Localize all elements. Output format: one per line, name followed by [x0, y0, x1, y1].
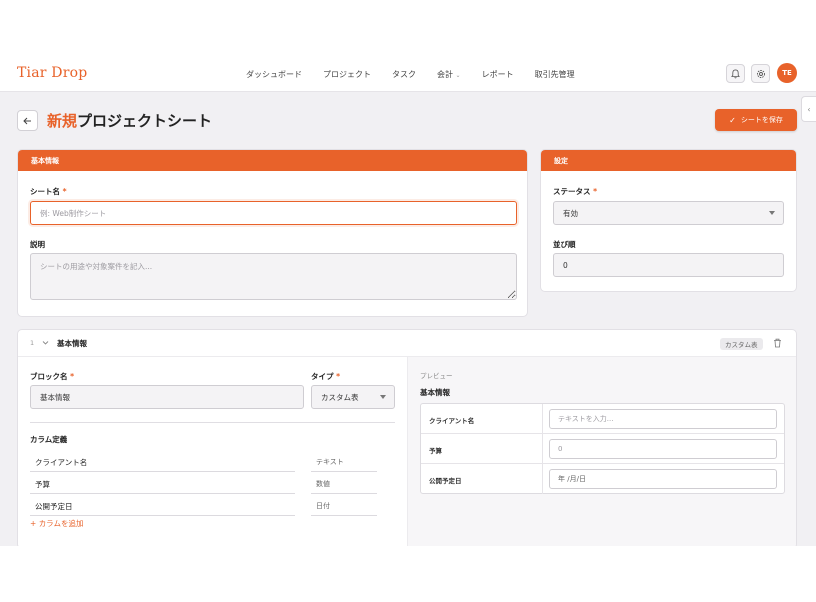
preview-row-divider — [542, 464, 543, 494]
sheet-name-label: シート名 * — [30, 186, 67, 197]
add-column-label: カラムを追加 — [38, 519, 84, 528]
block-name-label: ブロック名 * — [30, 371, 74, 382]
chevron-down-icon — [769, 211, 775, 215]
preview-date-input[interactable]: 年 /月/日 — [549, 469, 777, 489]
required-mark: * — [336, 372, 341, 381]
block-name-input[interactable]: 基本情報 — [30, 385, 304, 409]
sheet-name-input[interactable]: 例: Web制作シート — [30, 201, 517, 225]
status-label: ステータス * — [553, 186, 597, 197]
preview-title: 基本情報 — [420, 388, 450, 397]
chevron-down-icon — [380, 395, 386, 399]
columns-label: カラム定義 — [30, 435, 68, 444]
column-name-input[interactable]: 公開予定日 — [30, 495, 295, 516]
app-logo[interactable]: Tiar Drop — [17, 65, 87, 81]
plus-icon: + — [30, 519, 37, 528]
nav-link-dashboard[interactable]: ダッシュボード — [246, 69, 302, 80]
check-icon: ✓ — [729, 115, 736, 125]
top-navbar: Tiar Drop ダッシュボード プロジェクト タスク 会計 ⌄ レポート 取… — [0, 55, 816, 92]
block-name-value: 基本情報 — [40, 392, 70, 402]
arrow-left-icon — [23, 117, 31, 124]
column-type-select[interactable]: 日付 — [311, 495, 377, 516]
sheet-name-label-text: シート名 — [30, 187, 60, 196]
block-title: 基本情報 — [57, 339, 87, 348]
column-type-select[interactable]: テキスト — [311, 451, 377, 472]
column-row: 予算 数値 — [30, 473, 377, 494]
type-label-text: タイプ — [311, 372, 334, 381]
block-preview: プレビュー 基本情報 クライアント名 テキストを入力... 予算 0 公開予定日… — [407, 357, 796, 546]
page-title: 新規プロジェクトシート — [47, 110, 212, 131]
column-type-select[interactable]: 数値 — [311, 473, 377, 494]
type-select[interactable]: カスタム表 — [311, 385, 395, 409]
block-header[interactable]: 1 基本情報 カスタム表 — [18, 330, 796, 357]
settings-card: 設定 ステータス * 有効 並び順 0 — [540, 149, 797, 292]
type-label: タイプ * — [311, 371, 340, 382]
save-sheet-label: シートを保存 — [740, 116, 783, 124]
preview-row-divider — [542, 434, 543, 463]
notifications-button[interactable] — [726, 64, 745, 83]
preview-row-label: 公開予定日 — [429, 477, 462, 485]
nav-link-accounting[interactable]: 会計 ⌄ — [437, 69, 461, 80]
settings-button[interactable] — [751, 64, 770, 83]
nav-link-clients[interactable]: 取引先管理 — [535, 69, 575, 80]
type-select-value: カスタム表 — [321, 392, 359, 402]
preview-row-label: 予算 — [429, 447, 442, 455]
add-column-button[interactable]: + カラムを追加 — [30, 518, 83, 529]
gear-icon — [756, 69, 765, 78]
main-nav: ダッシュボード プロジェクト タスク 会計 ⌄ レポート 取引先管理 — [246, 69, 596, 80]
sidebar-toggle-button[interactable]: ‹ — [801, 96, 816, 122]
preview-row-divider — [542, 404, 543, 433]
page-title-rest: プロジェクトシート — [77, 112, 213, 130]
chevron-down-icon[interactable] — [42, 340, 49, 346]
nav-link-reports[interactable]: レポート — [482, 69, 514, 80]
nav-link-tasks[interactable]: タスク — [392, 69, 416, 80]
nav-link-projects[interactable]: プロジェクト — [323, 69, 371, 80]
preview-text-input[interactable]: テキストを入力... — [549, 409, 777, 429]
nav-link-accounting-label: 会計 — [437, 70, 453, 79]
status-label-text: ステータス — [553, 187, 591, 196]
save-sheet-button[interactable]: ✓ シートを保存 — [715, 109, 797, 131]
description-label: 説明 — [30, 240, 45, 249]
basic-info-card: 基本情報 シート名 * 例: Web制作シート 説明 — [17, 149, 528, 317]
status-select[interactable]: 有効 — [553, 201, 784, 225]
basic-info-header: 基本情報 — [18, 150, 527, 171]
column-row: クライアント名 テキスト — [30, 451, 377, 472]
app-shell: Tiar Drop ダッシュボード プロジェクト タスク 会計 ⌄ レポート 取… — [0, 55, 816, 546]
chevron-down-icon: ⌄ — [455, 72, 461, 79]
preview-row: 予算 0 — [421, 434, 784, 464]
back-button[interactable] — [17, 110, 38, 131]
section-divider — [30, 422, 395, 423]
user-avatar[interactable]: TE — [777, 63, 797, 83]
column-name-input[interactable]: クライアント名 — [30, 451, 295, 472]
preview-table: クライアント名 テキストを入力... 予算 0 公開予定日 年 /月/日 — [420, 403, 785, 494]
preview-row: 公開予定日 年 /月/日 — [421, 464, 784, 494]
preview-number-input[interactable]: 0 — [549, 439, 777, 459]
preview-row: クライアント名 テキストを入力... — [421, 404, 784, 434]
required-mark: * — [593, 187, 598, 196]
trash-icon[interactable] — [773, 338, 782, 348]
status-select-value: 有効 — [563, 208, 578, 218]
required-mark: * — [70, 372, 75, 381]
block-card: 1 基本情報 カスタム表 ブロック名 * 基本情報 タイプ * カスタム表 カラ… — [17, 329, 797, 546]
column-row: 公開予定日 日付 — [30, 495, 377, 516]
order-label: 並び順 — [553, 240, 576, 249]
settings-header: 設定 — [541, 150, 796, 171]
column-name-input[interactable]: 予算 — [30, 473, 295, 494]
sheet-name-placeholder: 例: Web制作シート — [40, 208, 107, 218]
preview-row-label: クライアント名 — [429, 417, 475, 425]
block-type-badge: カスタム表 — [720, 338, 763, 350]
order-input[interactable]: 0 — [553, 253, 784, 277]
page-title-accent: 新規 — [47, 112, 78, 130]
required-mark: * — [62, 187, 67, 196]
order-input-value: 0 — [563, 260, 568, 270]
description-textarea[interactable] — [30, 253, 517, 300]
bell-icon — [731, 69, 740, 78]
preview-label: プレビュー — [420, 372, 453, 380]
block-name-label-text: ブロック名 — [30, 372, 68, 381]
block-index: 1 — [30, 339, 35, 347]
